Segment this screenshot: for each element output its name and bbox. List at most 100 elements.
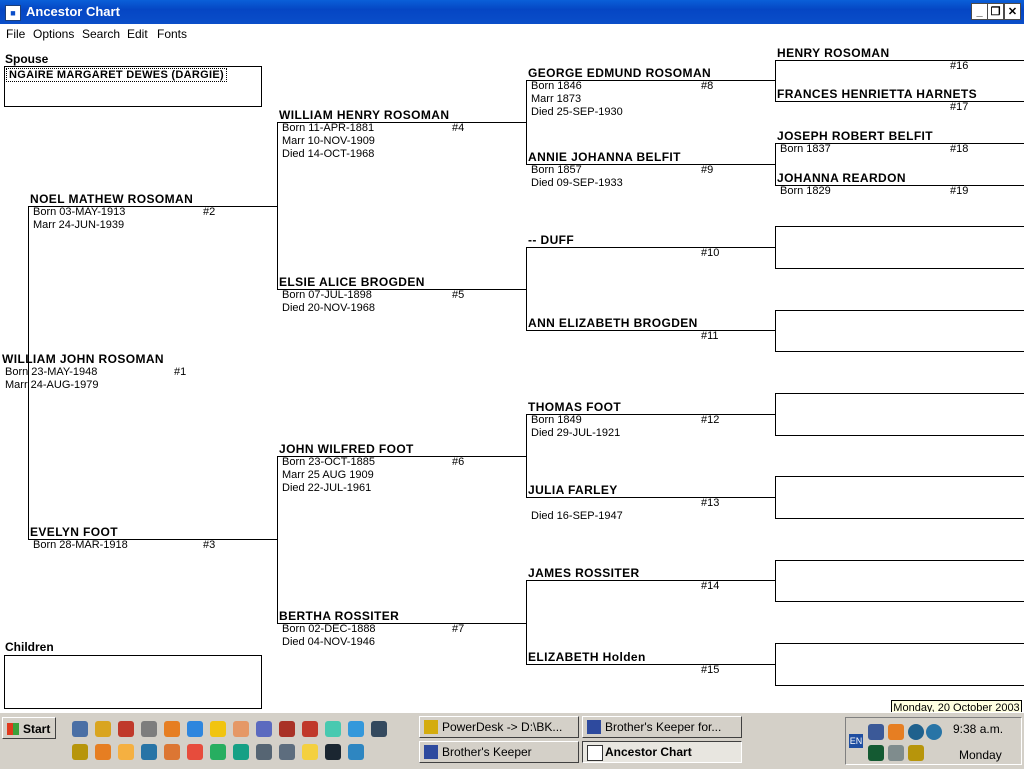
ancestor-chart-icon: [587, 745, 603, 761]
menu-fonts[interactable]: Fonts: [157, 27, 187, 41]
connector-line: [775, 60, 1024, 61]
spouse-name[interactable]: NGAIRE MARGARET DEWES (DARGIE): [6, 68, 227, 82]
quicklaunch-icon[interactable]: [164, 721, 180, 737]
quicklaunch-icon[interactable]: [210, 744, 226, 760]
person-number: #4: [452, 122, 465, 134]
folder-icon[interactable]: [302, 744, 318, 760]
person-name[interactable]: -- DUFF: [528, 233, 574, 247]
person-name[interactable]: JULIA FARLEY: [528, 483, 618, 497]
spouse-box[interactable]: NGAIRE MARGARET DEWES (DARGIE): [4, 66, 262, 107]
quicklaunch-icon[interactable]: [233, 721, 249, 737]
connector-line: [775, 60, 776, 102]
menu-search[interactable]: Search: [82, 27, 120, 41]
language-indicator[interactable]: EN: [849, 734, 863, 748]
quicklaunch-icon[interactable]: [279, 721, 295, 737]
person-name[interactable]: GEORGE EDMUND ROSOMAN: [528, 66, 711, 80]
quicklaunch-icon[interactable]: [210, 721, 226, 737]
person-name[interactable]: JOHN WILFRED FOOT: [279, 442, 414, 456]
taskbar: Start PowerDesk -> D:\BK... Brother's Ke…: [0, 712, 1024, 769]
empty-ancestor-box[interactable]: [775, 643, 1024, 686]
person-name[interactable]: FRANCES HENRIETTA HARNETS: [777, 87, 977, 101]
quicklaunch-icon[interactable]: [279, 744, 295, 760]
person-number: #9: [701, 164, 714, 176]
quicklaunch-icon[interactable]: [325, 744, 341, 760]
restore-button[interactable]: ❐: [987, 3, 1004, 20]
person-number: #5: [452, 289, 465, 301]
person-details: Born 1837: [780, 143, 831, 155]
person-name[interactable]: NOEL MATHEW ROSOMAN: [30, 192, 193, 206]
ie-icon[interactable]: [187, 721, 203, 737]
empty-ancestor-box[interactable]: [775, 226, 1024, 269]
connector-line: [277, 456, 278, 624]
clock-time[interactable]: 9:38 a.m.: [953, 722, 1003, 736]
quicklaunch-icon[interactable]: [233, 744, 249, 760]
empty-ancestor-box[interactable]: [775, 560, 1024, 602]
quicklaunch-icon[interactable]: [164, 744, 180, 760]
person-name[interactable]: ELIZABETH Holden: [528, 650, 646, 664]
person-name[interactable]: WILLIAM HENRY ROSOMAN: [279, 108, 449, 122]
close-button[interactable]: ✕: [1004, 3, 1021, 20]
tray-icon[interactable]: [908, 745, 924, 761]
task-powerdesk[interactable]: PowerDesk -> D:\BK...: [419, 716, 579, 738]
person-name[interactable]: THOMAS FOOT: [528, 400, 621, 414]
quicklaunch-icon[interactable]: [95, 721, 111, 737]
person-number: #13: [701, 497, 720, 509]
children-box[interactable]: [4, 655, 262, 709]
connector-line: [775, 101, 1024, 102]
menu-options[interactable]: Options: [33, 27, 74, 41]
quicklaunch-icon[interactable]: [371, 721, 387, 737]
media-player-icon[interactable]: [141, 744, 157, 760]
quicklaunch-icon[interactable]: [118, 744, 134, 760]
person-name[interactable]: ANN ELIZABETH BROGDEN: [528, 316, 698, 330]
start-button[interactable]: Start: [2, 717, 56, 739]
person-name[interactable]: BERTHA ROSSITER: [279, 609, 399, 623]
quicklaunch-icon[interactable]: [256, 721, 272, 737]
person-name[interactable]: HENRY ROSOMAN: [777, 46, 890, 60]
person-name[interactable]: ELSIE ALICE BROGDEN: [279, 275, 425, 289]
person-name[interactable]: JOHANNA REARDON: [777, 171, 906, 185]
person-name[interactable]: ANNIE JOHANNA BELFIT: [528, 150, 681, 164]
person-number: #2: [203, 206, 216, 218]
empty-ancestor-box[interactable]: [775, 310, 1024, 352]
person-name[interactable]: EVELYN FOOT: [30, 525, 118, 539]
quicklaunch-icon[interactable]: [348, 744, 364, 760]
tray-icon[interactable]: [888, 724, 904, 740]
volume-icon[interactable]: [888, 745, 904, 761]
tray-icon[interactable]: [868, 745, 884, 761]
person-number: #7: [452, 623, 465, 635]
menu-edit[interactable]: Edit: [127, 27, 148, 41]
clock-day: Monday: [959, 748, 1002, 762]
empty-ancestor-box[interactable]: [775, 476, 1024, 519]
app-icon[interactable]: ■: [5, 5, 21, 21]
connector-line: [526, 664, 776, 665]
network-icon[interactable]: [868, 724, 884, 740]
task-brothers-keeper-for[interactable]: Brother's Keeper for...: [582, 716, 742, 738]
person-details: Born 02-DEC-1888 Died 04-NOV-1946: [282, 623, 376, 648]
task-brothers-keeper[interactable]: Brother's Keeper: [419, 741, 579, 763]
minimize-button[interactable]: _: [971, 3, 988, 20]
person-name[interactable]: JOSEPH ROBERT BELFIT: [777, 129, 933, 143]
person-name[interactable]: JAMES ROSSITER: [528, 566, 640, 580]
quicklaunch-icon[interactable]: [302, 721, 318, 737]
window-icon: [424, 745, 438, 759]
info-icon[interactable]: [908, 724, 924, 740]
person-details: Born 23-MAY-1948 Marr 24-AUG-1979: [5, 366, 99, 391]
connector-line: [277, 122, 278, 290]
quicklaunch-icon[interactable]: [256, 744, 272, 760]
quicklaunch-icon[interactable]: [141, 721, 157, 737]
connector-line: [526, 414, 527, 498]
quicklaunch-icon[interactable]: [118, 721, 134, 737]
task-ancestor-chart[interactable]: Ancestor Chart: [582, 741, 742, 763]
quicklaunch-icon[interactable]: [325, 721, 341, 737]
person-number: #11: [701, 330, 719, 342]
quicklaunch-icon[interactable]: [348, 721, 364, 737]
quicklaunch-icon[interactable]: [187, 744, 203, 760]
quicklaunch-icon[interactable]: [72, 744, 88, 760]
empty-ancestor-box[interactable]: [775, 393, 1024, 436]
tray-icon[interactable]: [926, 724, 942, 740]
person-name[interactable]: WILLIAM JOHN ROSOMAN: [2, 352, 164, 366]
quicklaunch-icon[interactable]: [72, 721, 88, 737]
quicklaunch-icon[interactable]: [95, 744, 111, 760]
menu-file[interactable]: File: [6, 27, 25, 41]
connector-line: [526, 580, 527, 664]
